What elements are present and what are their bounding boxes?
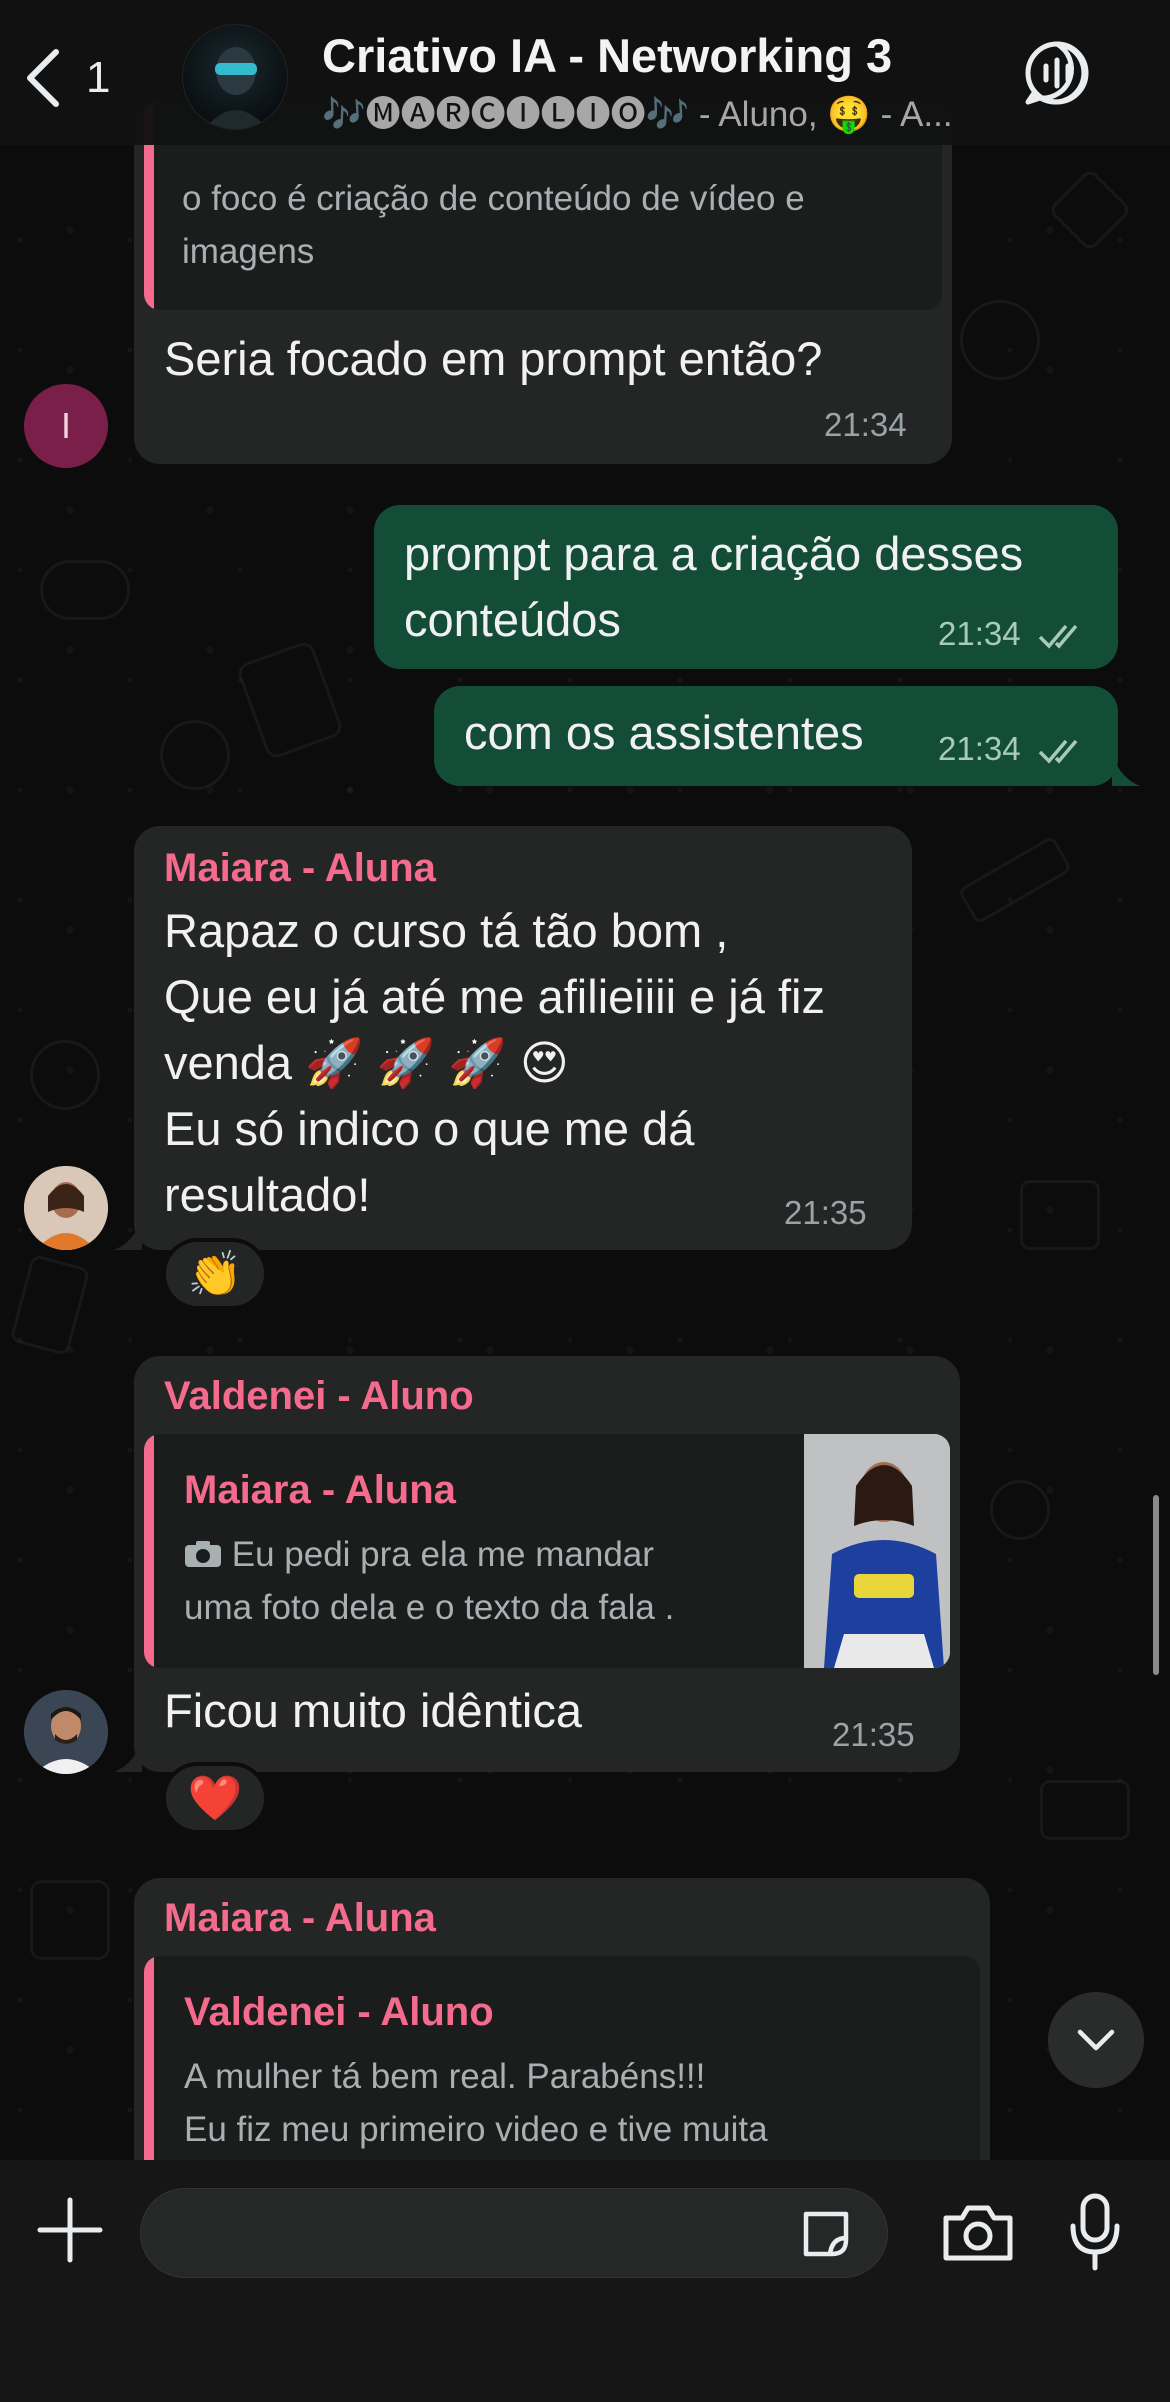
quoted-sender: Valdenei - Aluno (184, 1990, 494, 2034)
sender-name[interactable]: Maiara - Aluna (164, 1896, 436, 1941)
avatar-photo (24, 1690, 108, 1774)
group-avatar[interactable] (182, 24, 288, 130)
avatar-photo (24, 1166, 108, 1250)
quoted-text: Eu pedi pra ela me mandar uma foto dela … (184, 1528, 774, 1634)
avatar[interactable] (24, 1166, 108, 1250)
bubble-tail (1112, 754, 1140, 786)
message-bubble[interactable]: o foco é criação de conteúdo de vídeo e … (134, 100, 952, 464)
message-reaction[interactable]: ❤️ (162, 1762, 268, 1834)
quoted-line: Eu pedi pra ela me mandar (184, 1528, 774, 1581)
quoted-message[interactable]: Valdenei - Aluno A mulher tá bem real. P… (144, 1956, 980, 2186)
message-time: 21:35 (832, 1716, 915, 1753)
quoted-line: Eu fiz meu primeiro video e tive muita (184, 2110, 768, 2149)
plus-icon[interactable] (36, 2196, 104, 2264)
scroll-to-bottom-button[interactable] (1048, 1992, 1144, 2088)
message-bubble[interactable]: Valdenei - Aluno Maiara - Aluna Eu pedi … (134, 1356, 960, 1772)
message-bubble[interactable]: Maiara - Aluna Valdenei - Aluno A mulher… (134, 1878, 990, 2186)
scrollbar[interactable] (1153, 1495, 1159, 1675)
group-participants[interactable]: 🎶🅜🅐🅡🅒🅘🅛🅘🅞🎶 - Aluno, 🤑 - A... (322, 86, 1002, 137)
chat-header: 1 Criativo IA - Networking 3 🎶🅜🅐🅡🅒🅘🅛🅘🅞🎶 … (0, 0, 1170, 145)
message-text: com os assistentes (464, 706, 864, 759)
sticker-icon[interactable] (798, 2206, 854, 2262)
message-bubble[interactable]: Maiara - Aluna Rapaz o curso tá tão bom … (134, 826, 912, 1250)
group-title[interactable]: Criativo IA - Networking 3 (322, 28, 892, 83)
quoted-line-text: Eu pedi pra ela me mandar (231, 1535, 654, 1574)
message-text: Ficou muito idêntica (164, 1684, 582, 1737)
message-line: Eu só indico o que me dá (164, 1102, 695, 1155)
message-time: 21:35 (784, 1194, 867, 1231)
quoted-photo (804, 1434, 950, 1668)
back-button[interactable]: 1 (22, 40, 132, 116)
camera-icon[interactable] (942, 2202, 1014, 2262)
message-time: 21:34 (938, 615, 1086, 653)
group-avatar-image (204, 47, 268, 129)
message-text: Rapaz o curso tá tão bom , Que eu já até… (164, 898, 894, 1228)
sender-name[interactable]: Valdenei - Aluno (164, 1374, 474, 1419)
message-time-label: 21:34 (938, 730, 1021, 767)
bubble-tail (114, 1740, 142, 1772)
quoted-sender: Maiara - Aluna (184, 1468, 456, 1512)
message-reaction[interactable]: 👏 (162, 1238, 268, 1310)
message-text: Seria focado em prompt então? (164, 332, 823, 385)
bubble-tail (114, 1218, 142, 1250)
quoted-line: uma foto dela e o texto da fala . (184, 1588, 675, 1627)
double-check-icon (1038, 625, 1078, 649)
sender-name[interactable]: Maiara - Aluna (164, 846, 436, 891)
camera-small-icon (184, 1530, 222, 1567)
avatar[interactable]: I (24, 384, 108, 468)
double-check-icon (1038, 740, 1078, 764)
quoted-text: o foco é criação de conteúdo de vídeo e … (182, 179, 805, 271)
message-bubble[interactable]: prompt para a criação desses conteúdos 2… (374, 505, 1118, 669)
message-time: 21:34 (824, 406, 907, 443)
microphone-icon[interactable] (1068, 2192, 1122, 2272)
quoted-message[interactable]: Maiara - Aluna Eu pedi pra ela me mandar… (144, 1434, 950, 1668)
avatar[interactable] (24, 1690, 108, 1774)
message-line: Rapaz o curso tá tão bom , (164, 904, 729, 957)
message-time: 21:34 (938, 730, 1086, 768)
avatar-initial: I (60, 405, 71, 446)
quoted-line: A mulher tá bem real. Parabéns!!! (184, 2057, 706, 2096)
message-input[interactable] (140, 2188, 888, 2278)
message-time-label: 21:34 (938, 615, 1021, 652)
message-bubble[interactable]: com os assistentes 21:34 (434, 686, 1118, 786)
chevron-left-icon (27, 49, 59, 107)
unread-count: 1 (86, 53, 111, 102)
quoted-text: A mulher tá bem real. Parabéns!!! Eu fiz… (184, 2050, 964, 2156)
group-call-icon[interactable] (1022, 38, 1092, 108)
message-line: venda 🚀 🚀 🚀 😍 (164, 1036, 569, 1089)
chevron-down-icon (1077, 2029, 1115, 2051)
message-line: Que eu já até me afilieiiii e já fiz (164, 970, 825, 1023)
